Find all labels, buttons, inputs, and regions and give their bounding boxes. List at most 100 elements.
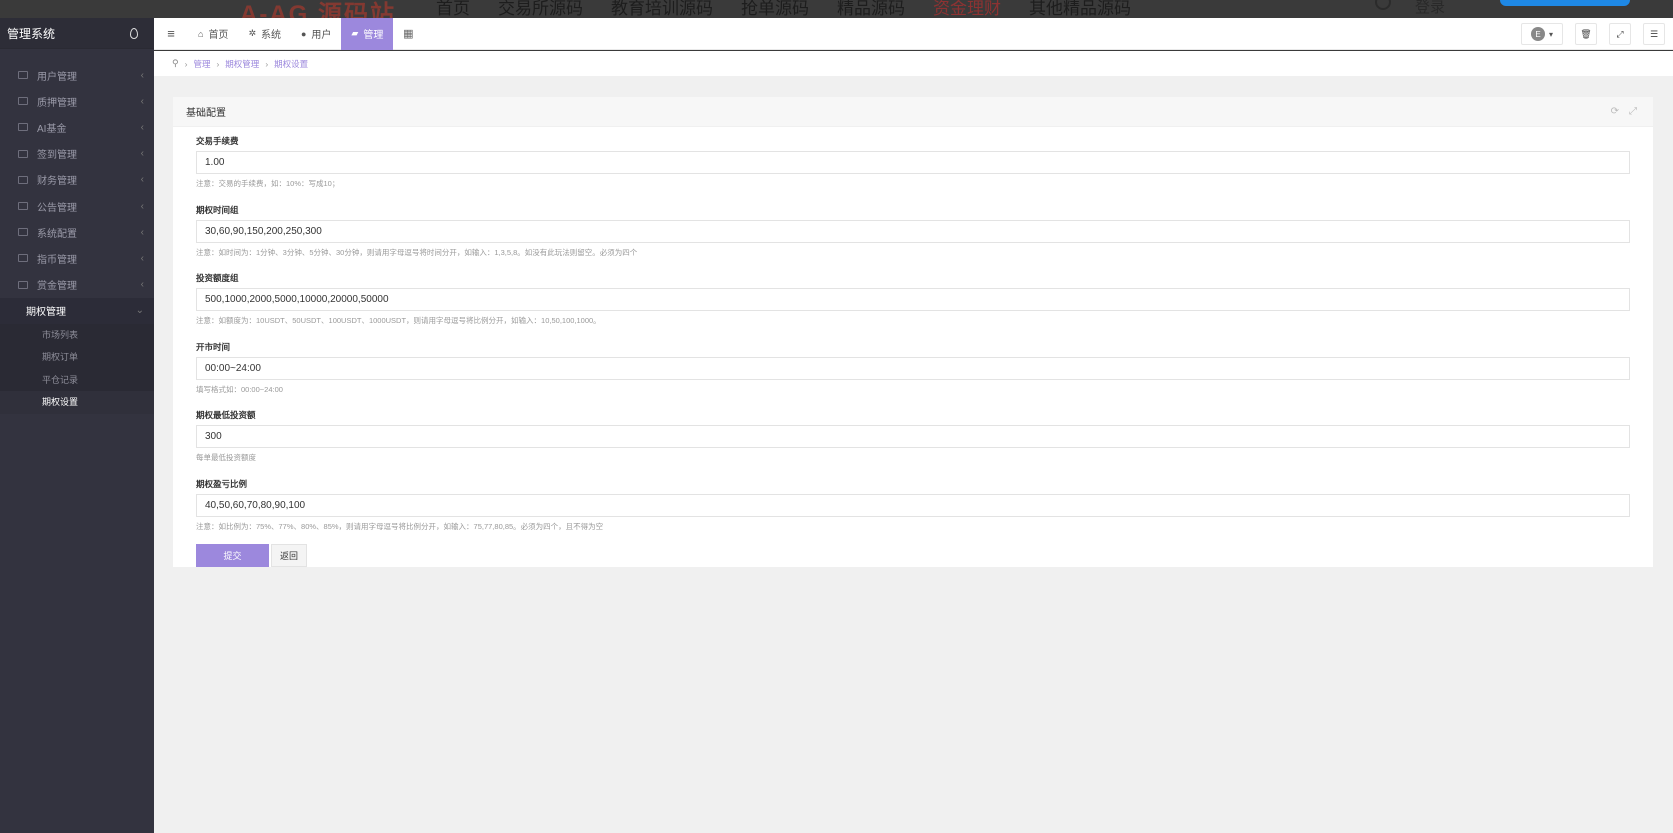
login-link[interactable]: 登录: [1415, 0, 1445, 17]
trade-fee-input[interactable]: [196, 151, 1630, 174]
sidebar-item-label: 用户管理: [37, 71, 77, 83]
profit-ratio-input[interactable]: [196, 493, 1630, 517]
sidebar-item-user-management[interactable]: 用户管理 ‹: [0, 62, 154, 88]
sidebar-item-system-config[interactable]: 系统配置 ‹: [0, 219, 154, 245]
time-group-input[interactable]: [196, 219, 1630, 243]
coin-icon: [18, 254, 28, 263]
background-nav-item[interactable]: 教育培训源码: [611, 0, 713, 18]
submit-button[interactable]: 提交: [196, 544, 269, 567]
user-icon: [18, 71, 28, 80]
sidebar-item-coin-management[interactable]: 指币管理 ‹: [0, 245, 154, 271]
sidebar-item-bounty-management[interactable]: 赏金管理 ‹: [0, 272, 154, 298]
monitor-icon: [18, 123, 28, 132]
sidebar-item-label: 质押管理: [37, 97, 77, 109]
gear-icon: ✲: [248, 28, 256, 38]
field-hint: 注意：如时间为：1分钟、3分钟、5分钟、30分钟，则请用字母逗号将时间分开，如输…: [196, 247, 638, 257]
caret-down-icon: ▾: [1548, 29, 1553, 39]
tab-user[interactable]: ● 用户: [291, 18, 341, 50]
chevron-left-icon: ‹: [140, 279, 144, 291]
field-min-investment: 期权最低投资额 每单最低投资额度: [196, 409, 1630, 463]
tab-manage[interactable]: ▰ 管理: [341, 17, 394, 50]
amount-group-input[interactable]: [196, 288, 1630, 311]
submenu-item-option-settings[interactable]: 期权设置: [0, 391, 154, 414]
menu-toggle-icon[interactable]: ≡: [154, 26, 188, 41]
app-title: 管理系统: [7, 26, 56, 41]
background-nav-item[interactable]: 抢单源码: [741, 0, 809, 18]
sidebar-item-label: AI基金: [37, 123, 67, 135]
sidebar-toggle-button[interactable]: ☰: [1643, 23, 1665, 45]
clear-cache-button[interactable]: 🗑: [1575, 23, 1597, 45]
chevron-left-icon: ‹: [140, 174, 144, 186]
sidebar-item-options-management[interactable]: 期权管理 ⌄: [0, 297, 154, 324]
background-nav-item[interactable]: 其他精品源码: [1029, 0, 1131, 18]
chevron-left-icon: ‹: [140, 148, 144, 160]
background-nav-item[interactable]: 精品源码: [837, 0, 905, 18]
config-form: 交易手续费 注意：交易的手续费，如：10%：写成10； 期权时间组 注意：如时间…: [173, 127, 1653, 567]
field-profit-ratio: 期权盈亏比例 注意：如比例为：75%、77%、80%、85%，则请用字母逗号将比…: [196, 478, 1630, 532]
sidebar-item-label: 财务管理: [37, 176, 77, 188]
market-hours-input[interactable]: [196, 356, 1630, 380]
tab-system[interactable]: ✲ 系统: [238, 18, 291, 50]
sidebar-item-announcement-management[interactable]: 公告管理 ‹: [0, 193, 154, 219]
refresh-icon[interactable]: ⟳: [1611, 106, 1619, 117]
maximize-icon[interactable]: ⤢: [1629, 106, 1637, 117]
breadcrumb-item[interactable]: 管理: [193, 58, 210, 70]
sidebar-item-ai-fund[interactable]: AI基金 ‹: [0, 114, 154, 140]
breadcrumb-item[interactable]: 期权管理: [225, 58, 259, 70]
sidebar-item-label: 指币管理: [37, 254, 77, 266]
tab-home[interactable]: ⌂ 首页: [188, 18, 238, 50]
map-pin-icon: ⚲: [172, 58, 179, 68]
tab-label: 系统: [260, 30, 281, 41]
breadcrumb-item[interactable]: 期权设置: [274, 58, 308, 70]
panel-title: 基础配置: [186, 108, 226, 119]
field-label: 期权最低投资额: [196, 410, 256, 420]
background-nav-item[interactable]: 首页: [436, 0, 470, 18]
sidebar-item-label: 赏金管理: [37, 281, 77, 293]
background-nav-item[interactable]: 交易所源码: [498, 0, 583, 18]
submenu-item-close-records[interactable]: 平仓记录: [0, 369, 154, 392]
field-trade-fee: 交易手续费 注意：交易的手续费，如：10%：写成10；: [196, 135, 1630, 189]
background-nav-item[interactable]: 资金理财: [933, 0, 1001, 18]
trash-icon: 🗑: [1580, 28, 1592, 39]
expand-icon: ⤢: [1616, 28, 1624, 39]
search-icon[interactable]: [1375, 0, 1391, 10]
min-investment-input[interactable]: [196, 425, 1630, 448]
theme-drop-icon[interactable]: [130, 27, 138, 39]
chevron-left-icon: ‹: [140, 121, 144, 133]
back-button[interactable]: 返回: [271, 544, 307, 567]
chevron-left-icon: ‹: [140, 226, 144, 238]
panel-tools: ⟳ ⤢: [1611, 106, 1637, 117]
top-nav: ≡ ⌂ 首页 ✲ 系统 ● 用户 ▰ 管理 ▦ E ▾ 🗑 ⤢ ☰: [154, 17, 1673, 50]
cogs-icon: [18, 228, 28, 237]
language-dropdown[interactable]: E ▾: [1521, 23, 1563, 45]
sidebar-item-finance-management[interactable]: 财务管理 ‹: [0, 167, 154, 193]
submenu-item-option-orders[interactable]: 期权订单: [0, 346, 154, 369]
submenu-item-market-list[interactable]: 市场列表: [0, 324, 154, 347]
background-site-logo: A-AG 源码站: [240, 1, 396, 18]
language-icon: E: [1530, 27, 1545, 41]
field-market-hours: 开市时间 填写格式如：00:00~24:00: [196, 341, 1630, 395]
chevron-left-icon: ‹: [140, 69, 144, 81]
sidebar-item-pledge-management[interactable]: 质押管理 ‹: [0, 88, 154, 114]
breadcrumb-separator: ›: [265, 58, 269, 69]
background-blue-button[interactable]: [1500, 0, 1630, 6]
field-hint: 填写格式如：00:00~24:00: [196, 384, 283, 394]
field-label: 期权盈亏比例: [196, 478, 248, 489]
breadcrumb-separator: ›: [184, 58, 188, 69]
grid-icon[interactable]: ▦: [393, 27, 423, 40]
fullscreen-button[interactable]: ⤢: [1609, 23, 1631, 45]
chevron-left-icon: ‹: [140, 95, 144, 107]
sidebar-item-checkin-management[interactable]: 签到管理 ‹: [0, 141, 154, 167]
config-panel: 基础配置 ⟳ ⤢ 交易手续费 注意：交易的手续费，如：10%：写成10； 期权时…: [173, 97, 1653, 567]
sidebar-header: 管理系统: [0, 18, 154, 49]
background-site-nav: 首页 交易所源码 教育培训源码 抢单源码 精品源码 资金理财 其他精品源码: [436, 0, 1131, 18]
money-icon: [18, 175, 28, 184]
sidebar-item-label: 签到管理: [37, 150, 77, 162]
field-hint: 每单最低投资额度: [196, 453, 256, 462]
field-label: 投资额度组: [196, 273, 239, 283]
sidebar-item-label: 公告管理: [37, 202, 77, 214]
chevron-left-icon: ‹: [140, 200, 144, 212]
panel-header: 基础配置 ⟳ ⤢: [173, 97, 1653, 127]
list-icon: ☰: [1649, 28, 1659, 39]
list-icon: [18, 202, 28, 211]
